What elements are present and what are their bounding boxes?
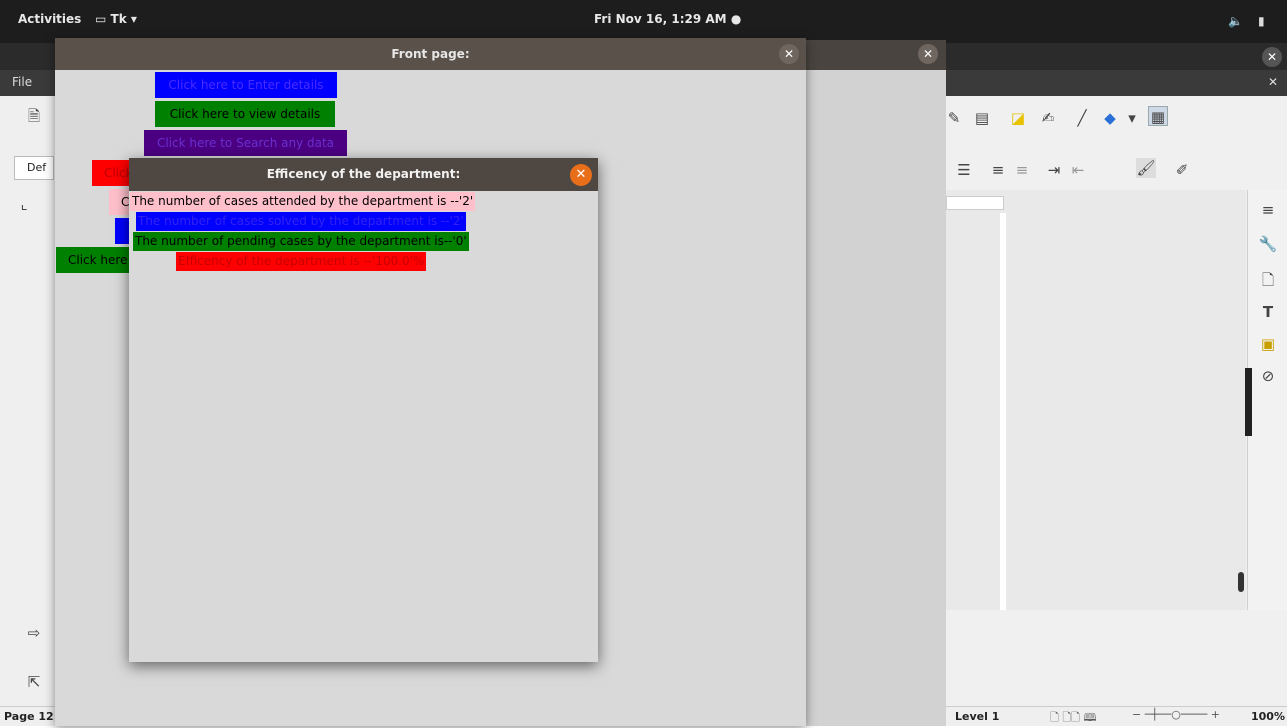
vertical-scrollbar-thumb[interactable] <box>1238 572 1244 592</box>
system-top-bar: Activities ▭ Tk ▾ Fri Nov 16, 1:29 AM ● … <box>0 0 1287 43</box>
front-page-title: Front page: <box>391 47 470 61</box>
decrease-indent-icon[interactable]: ⇤ <box>1068 160 1088 180</box>
status-page[interactable]: Page 12 <box>4 710 54 723</box>
view-layout-icons[interactable]: 🗋 🗋🗋 🕮 <box>1050 709 1097 728</box>
highlight-icon[interactable]: ✎ <box>944 108 964 128</box>
ruler <box>946 196 1004 210</box>
pink-button[interactable]: C <box>109 189 129 215</box>
draw-functions-icon[interactable]: ▦ <box>1148 106 1168 126</box>
status-zoom[interactable]: 100% <box>1251 710 1285 723</box>
shapes-dropdown-icon[interactable]: ▾ <box>1122 108 1142 128</box>
line-icon[interactable]: ╱ <box>1072 108 1092 128</box>
background-dialog-close-icon[interactable]: ✕ <box>918 44 938 64</box>
background-dialog <box>806 40 946 726</box>
page-icon[interactable]: ▤ <box>972 108 992 128</box>
styles-icon[interactable]: T <box>1258 302 1278 322</box>
pointer-icon[interactable]: ⇱ <box>24 672 44 692</box>
tab-stop-icon: ⌞ <box>20 195 28 213</box>
efficiency-title: Efficency of the department: <box>266 167 461 181</box>
front-page-close-icon[interactable]: ✕ <box>779 44 799 64</box>
activities-button[interactable]: Activities <box>18 12 81 26</box>
menu-file[interactable]: File <box>12 75 32 89</box>
attended-cases-label: The number of cases attended by the depa… <box>130 192 476 211</box>
chevron-down-icon: ▾ <box>130 12 137 26</box>
window-icon: ▭ <box>95 12 107 26</box>
zoom-slider[interactable]: − ─┼──○──── + <box>1132 708 1220 721</box>
clock-label: Fri Nov 16, 1:29 AM <box>594 12 727 26</box>
view-details-button[interactable]: Click here to view details <box>155 101 335 127</box>
document-canvas <box>946 190 1246 610</box>
green-button[interactable]: Click here <box>56 247 129 273</box>
solved-cases-label: The number of cases solved by the depart… <box>136 212 466 231</box>
red-button[interactable]: Click <box>92 160 129 186</box>
app-menu-label: Tk <box>110 12 127 26</box>
volume-icon[interactable]: 🔈 <box>1228 14 1243 28</box>
properties-icon[interactable]: 🔧 <box>1258 234 1278 254</box>
sidebar-deck: ≡ 🔧 🗋 T ▣ ⊘ <box>1247 190 1287 610</box>
battery-icon[interactable]: ▮ <box>1258 14 1265 28</box>
increase-indent-icon[interactable]: ⇥ <box>1044 160 1064 180</box>
status-level[interactable]: Level 1 <box>955 710 999 723</box>
background-dialog-titlebar: ✕ <box>806 40 946 70</box>
sidebar-collapse-handle[interactable] <box>1245 368 1252 436</box>
navigator-icon[interactable]: ⊘ <box>1258 366 1278 386</box>
shapes-icon[interactable]: ◆ <box>1100 108 1120 128</box>
blue-button[interactable] <box>115 218 129 244</box>
track-changes-icon[interactable]: ✍ <box>1038 108 1058 128</box>
notification-dot-icon: ● <box>730 12 742 26</box>
clock[interactable]: Fri Nov 16, 1:29 AM ● <box>594 12 741 26</box>
front-page-titlebar: Front page: ✕ <box>55 38 806 70</box>
page-properties-icon[interactable]: 🗋 <box>1258 270 1278 290</box>
search-data-button[interactable]: Click here to Search any data <box>144 130 347 156</box>
sidebar-menu-icon[interactable]: ≡ <box>1258 200 1278 220</box>
decrease-spacing-icon[interactable]: ≡ <box>1012 160 1032 180</box>
efficiency-titlebar: Efficency of the department: ✕ <box>129 158 598 191</box>
efficiency-label: Efficency of the department is --'100.0'… <box>176 252 427 271</box>
enter-details-button[interactable]: Click here to Enter details <box>155 72 337 98</box>
gallery-icon[interactable]: ▣ <box>1258 334 1278 354</box>
paragraph-style-box[interactable]: Def <box>14 156 54 180</box>
line-spacing-icon[interactable]: ☰ <box>954 160 974 180</box>
left-toolbar: 🗎 Def ⌞ ⇨ ⇱ <box>0 96 55 726</box>
note-icon[interactable]: ◪ <box>1008 108 1028 128</box>
clear-format-icon[interactable]: ✐ <box>1172 160 1192 180</box>
increase-spacing-icon[interactable]: ≡ <box>988 160 1008 180</box>
document-page <box>1000 213 1006 610</box>
libreoffice-close-icon[interactable]: ✕ <box>1262 47 1282 67</box>
arrow-right-icon[interactable]: ⇨ <box>24 623 44 643</box>
document-icon[interactable]: 🗎 <box>24 106 44 126</box>
app-menu[interactable]: ▭ Tk ▾ <box>95 12 137 26</box>
efficiency-close-icon[interactable]: ✕ <box>570 164 592 186</box>
document-close-icon[interactable]: ✕ <box>1268 75 1278 89</box>
brush-icon[interactable]: 🖌 <box>1136 158 1156 178</box>
pending-cases-label: The number of pending cases by the depar… <box>133 232 469 251</box>
